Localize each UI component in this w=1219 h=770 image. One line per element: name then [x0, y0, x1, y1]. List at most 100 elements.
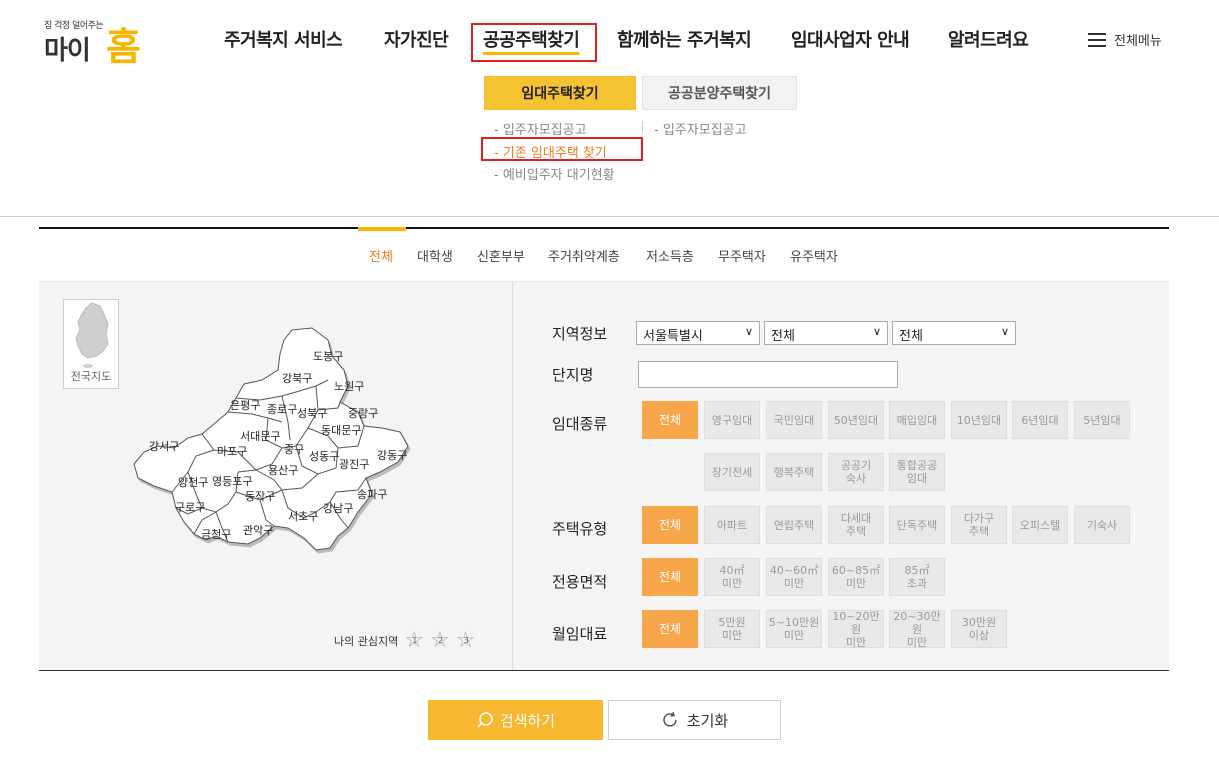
- district-label[interactable]: 중구: [284, 441, 304, 457]
- district-label[interactable]: 영등포구: [212, 473, 252, 489]
- category-homeless[interactable]: 무주택자: [718, 246, 766, 265]
- house-type-chip[interactable]: 기숙사: [1074, 506, 1130, 544]
- monthly-rent-chip[interactable]: 20~30만원 미만: [889, 610, 945, 649]
- tab-rental-housing[interactable]: 임대주택찾기: [484, 76, 636, 110]
- region-district-select[interactable]: 전체 ∨: [764, 321, 888, 345]
- nav-item-housing-service[interactable]: 주거복지 서비스: [224, 26, 343, 52]
- category-all[interactable]: 전체: [369, 246, 393, 265]
- star-number: 2: [437, 636, 444, 645]
- star-icon[interactable]: ☆ 1: [404, 630, 424, 652]
- tab-public-sale-housing[interactable]: 공공분양주택찾기: [642, 76, 797, 110]
- highlight-box: [471, 23, 597, 62]
- district-label[interactable]: 성북구: [297, 405, 327, 421]
- district-label[interactable]: 마포구: [217, 443, 247, 459]
- house-type-chip[interactable]: 연립주택: [766, 506, 822, 544]
- nav-item-notices[interactable]: 알려드려요: [948, 26, 1029, 52]
- monthly-rent-chip[interactable]: 전체: [642, 610, 698, 648]
- rent-type-chip[interactable]: 5년임대: [1074, 401, 1130, 439]
- house-type-chip[interactable]: 단독주택: [889, 506, 945, 544]
- reset-button-label: 초기화: [686, 711, 729, 730]
- house-type-chip[interactable]: 오피스텔: [1012, 506, 1068, 544]
- rent-type-chip[interactable]: 전체: [642, 401, 698, 439]
- district-label[interactable]: 도봉구: [313, 348, 343, 364]
- district-label[interactable]: 강동구: [377, 447, 407, 463]
- area-chip[interactable]: 85㎡ 초과: [889, 558, 945, 596]
- region-label: 지역정보: [552, 325, 608, 343]
- complex-name-input[interactable]: [638, 361, 898, 388]
- district-label[interactable]: 은평구: [230, 397, 260, 413]
- search-button[interactable]: 검색하기: [428, 700, 603, 740]
- reset-button[interactable]: 초기화: [608, 700, 781, 740]
- rent-type-chip[interactable]: 통합공공 임대: [889, 453, 945, 491]
- district-label[interactable]: 중랑구: [348, 405, 378, 421]
- rent-type-chip[interactable]: 50년임대: [828, 401, 884, 439]
- category-homeowner[interactable]: 유주택자: [790, 246, 838, 265]
- district-label[interactable]: 성동구: [309, 448, 339, 464]
- category-vulnerable[interactable]: 주거취약계층: [548, 246, 620, 265]
- district-label[interactable]: 용산구: [268, 462, 298, 478]
- rent-type-chip[interactable]: 국민임대: [766, 401, 822, 439]
- district-label[interactable]: 강서구: [149, 438, 179, 454]
- district-label[interactable]: 광진구: [339, 456, 369, 472]
- sublink-waitlist[interactable]: - 예비입주자 대기현황: [494, 164, 615, 183]
- highlight-box: [481, 137, 643, 161]
- monthly-rent-chip[interactable]: 30만원 이상: [951, 610, 1007, 648]
- rent-type-chip[interactable]: 6년임대: [1012, 401, 1068, 439]
- sublink-recruitment[interactable]: - 입주자모집공고: [494, 119, 587, 138]
- rent-type-chip[interactable]: 영구임대: [704, 401, 760, 439]
- nav-item-together-welfare[interactable]: 함께하는 주거복지: [617, 26, 752, 52]
- house-type-chip[interactable]: 아파트: [704, 506, 760, 544]
- district-label[interactable]: 양천구: [178, 474, 208, 490]
- area-chip[interactable]: 60~85㎡ 미만: [828, 558, 884, 596]
- favorite-regions-label: 나의 관심지역: [334, 635, 399, 648]
- category-low-income[interactable]: 저소득층: [646, 246, 694, 265]
- district-label[interactable]: 종로구: [267, 401, 297, 417]
- rent-type-chip[interactable]: 행복주택: [766, 453, 822, 491]
- active-indicator: [358, 227, 406, 231]
- house-type-chip[interactable]: 다가구 주택: [951, 506, 1007, 544]
- category-newlywed[interactable]: 신혼부부: [477, 246, 525, 265]
- area-chip[interactable]: 전체: [642, 558, 698, 596]
- district-label[interactable]: 동대문구: [321, 422, 361, 438]
- monthly-rent-chip[interactable]: 5만원 미만: [704, 610, 760, 648]
- sublink-sale-recruitment[interactable]: - 입주자모집공고: [654, 119, 747, 138]
- rent-type-chip[interactable]: 장기전세: [704, 453, 760, 491]
- district-label[interactable]: 강북구: [282, 370, 312, 386]
- korea-map-icon: [75, 302, 109, 368]
- all-menu-button[interactable]: 전체메뉴: [1088, 30, 1162, 49]
- star-icon[interactable]: ☆ 3: [456, 630, 476, 652]
- district-label[interactable]: 서대문구: [240, 428, 280, 444]
- house-type-chip[interactable]: 다세대 주택: [828, 506, 884, 544]
- area-chip[interactable]: 40~60㎡ 미만: [766, 558, 822, 596]
- national-map-button[interactable]: 전국지도: [63, 299, 119, 389]
- rent-type-chip[interactable]: 공공기 숙사: [828, 453, 884, 491]
- divider: [0, 216, 1219, 217]
- house-type-chip[interactable]: 전체: [642, 506, 698, 544]
- star-icon[interactable]: ☆ 2: [430, 630, 450, 652]
- district-label[interactable]: 관악구: [243, 522, 273, 538]
- site-logo[interactable]: 집 걱정 덜어주는 마이 홈: [44, 18, 154, 69]
- rent-type-chip[interactable]: 매입임대: [889, 401, 945, 439]
- monthly-rent-chip[interactable]: 5~10만원 미만: [766, 610, 822, 648]
- region-city-select[interactable]: 서울특별시 ∨: [636, 321, 760, 345]
- region-dong-select[interactable]: 전체 ∨: [892, 321, 1016, 345]
- district-label[interactable]: 송파구: [357, 486, 387, 502]
- category-student[interactable]: 대학생: [417, 246, 453, 265]
- area-chip[interactable]: 40㎡ 미만: [704, 558, 760, 596]
- district-label[interactable]: 노원구: [334, 378, 364, 394]
- hamburger-icon: [1088, 32, 1106, 47]
- divider: [642, 121, 643, 133]
- logo-text: 마이: [44, 36, 91, 66]
- district-label[interactable]: 서초구: [288, 508, 318, 524]
- monthly-rent-chip[interactable]: 10~20만원 미만: [828, 610, 884, 649]
- district-label[interactable]: 구로구: [175, 499, 205, 515]
- rent-type-chip[interactable]: 10년임대: [951, 401, 1007, 439]
- district-label[interactable]: 금천구: [201, 526, 231, 542]
- nav-item-self-check[interactable]: 자가진단: [384, 26, 449, 52]
- district-label[interactable]: 동작구: [245, 488, 275, 504]
- district-label[interactable]: 강남구: [323, 500, 353, 516]
- rent-type-label: 임대종류: [552, 415, 608, 433]
- nav-item-landlord-guide[interactable]: 임대사업자 안내: [791, 26, 910, 52]
- chevron-down-icon: ∨: [1000, 325, 1009, 338]
- star-number: 3: [463, 636, 469, 645]
